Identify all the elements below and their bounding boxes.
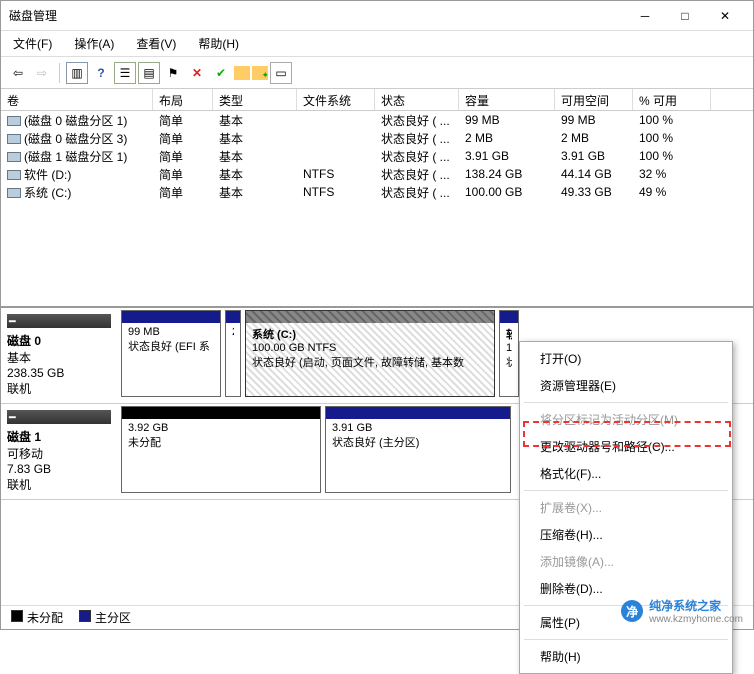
watermark-icon: 净 [621, 600, 643, 622]
menu-action[interactable]: 操作(A) [70, 33, 118, 54]
col-status[interactable]: 状态 [375, 89, 459, 110]
table-row[interactable]: (磁盘 0 磁盘分区 3)简单基本状态良好 ( ...2 MB2 MB100 % [1, 129, 753, 147]
ctx-changeletter[interactable]: 更改驱动器号和路径(C)... [520, 433, 732, 460]
col-fs[interactable]: 文件系统 [297, 89, 375, 110]
ctx-mirror: 添加镜像(A)... [520, 548, 732, 575]
col-layout[interactable]: 布局 [153, 89, 213, 110]
new-icon[interactable]: ✦ [252, 66, 268, 80]
legend-unallocated: 未分配 [27, 611, 63, 625]
watermark-url: www.kzmyhome.com [649, 614, 743, 625]
table-row[interactable]: 软件 (D:)简单基本NTFS状态良好 ( ...138.24 GB44.14 … [1, 165, 753, 183]
partition[interactable]: 3.92 GB未分配 [121, 406, 321, 493]
maximize-button[interactable]: □ [665, 2, 705, 30]
col-capacity[interactable]: 容量 [459, 89, 555, 110]
volume-list: 卷 布局 类型 文件系统 状态 容量 可用空间 % 可用 (磁盘 0 磁盘分区 … [1, 89, 753, 307]
watermark-title: 纯净系统之家 [649, 597, 743, 614]
minimize-button[interactable]: ─ [625, 2, 665, 30]
menu-bar: 文件(F) 操作(A) 查看(V) 帮助(H) [1, 31, 753, 57]
col-volume[interactable]: 卷 [1, 89, 153, 110]
col-free[interactable]: 可用空间 [555, 89, 633, 110]
menu-view[interactable]: 查看(V) [132, 33, 180, 54]
ctx-help[interactable]: 帮助(H) [520, 643, 732, 670]
partition[interactable]: 2 [225, 310, 241, 397]
view-bottom-icon[interactable]: ▤ [138, 62, 160, 84]
table-row[interactable]: (磁盘 1 磁盘分区 1)简单基本状态良好 ( ...3.91 GB3.91 G… [1, 147, 753, 165]
view-top-icon[interactable]: ☰ [114, 62, 136, 84]
help-icon[interactable]: ? [90, 62, 112, 84]
table-row[interactable]: 系统 (C:)简单基本NTFS状态良好 ( ...100.00 GB49.33 … [1, 183, 753, 201]
col-type[interactable]: 类型 [213, 89, 297, 110]
list-icon[interactable]: ▭ [270, 62, 292, 84]
settings-icon[interactable]: ⚑ [162, 62, 184, 84]
menu-file[interactable]: 文件(F) [9, 33, 56, 54]
ctx-extend: 扩展卷(X)... [520, 494, 732, 521]
legend-primary: 主分区 [95, 611, 131, 625]
forward-icon[interactable]: ⇨ [31, 62, 53, 84]
window-title: 磁盘管理 [9, 7, 625, 24]
close-button[interactable]: ✕ [705, 2, 745, 30]
delete-icon[interactable]: ✕ [186, 62, 208, 84]
partition[interactable]: 3.91 GB状态良好 (主分区) [325, 406, 511, 493]
ctx-format[interactable]: 格式化(F)... [520, 460, 732, 487]
ctx-open[interactable]: 打开(O) [520, 345, 732, 372]
partition[interactable]: 99 MB状态良好 (EFI 系 [121, 310, 221, 397]
ctx-shrink[interactable]: 压缩卷(H)... [520, 521, 732, 548]
back-icon[interactable]: ⇦ [7, 62, 29, 84]
ctx-markactive: 将分区标记为活动分区(M) [520, 406, 732, 433]
toolbar: ⇦ ⇨ ▥ ? ☰ ▤ ⚑ ✕ ✔ ✦ ▭ [1, 57, 753, 89]
partition[interactable]: 系统 (C:)100.00 GB NTFS状态良好 (启动, 页面文件, 故障转… [245, 310, 495, 397]
menu-help[interactable]: 帮助(H) [194, 33, 243, 54]
col-pct[interactable]: % 可用 [633, 89, 711, 110]
check-icon[interactable]: ✔ [210, 62, 232, 84]
folder-icon[interactable] [234, 66, 250, 80]
ctx-explorer[interactable]: 资源管理器(E) [520, 372, 732, 399]
watermark: 净 纯净系统之家 www.kzmyhome.com [621, 597, 743, 625]
partition[interactable]: 软1状 [499, 310, 519, 397]
panel-icon[interactable]: ▥ [66, 62, 88, 84]
table-row[interactable]: (磁盘 0 磁盘分区 1)简单基本状态良好 ( ...99 MB99 MB100… [1, 111, 753, 129]
